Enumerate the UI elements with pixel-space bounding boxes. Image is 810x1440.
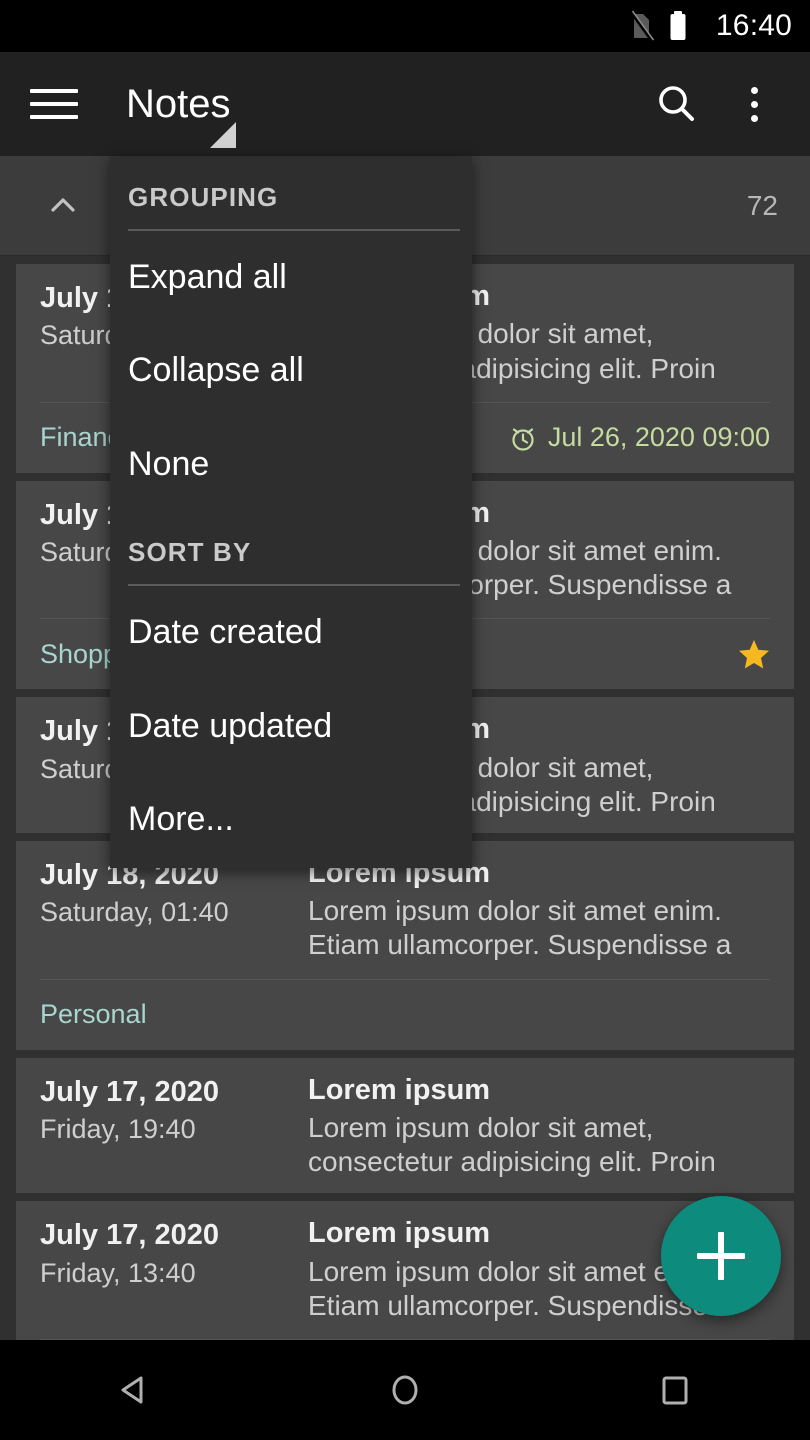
- grouping-sort-dropdown-menu[interactable]: GROUPING Expand all Collapse all None SORT B…: [110, 156, 472, 869]
- note-body: Lorem ipsum dolor sit amet enim. Etiam u…: [308, 895, 732, 961]
- menu-item-more[interactable]: More...: [110, 773, 472, 866]
- note-reminder: Jul 26, 2020 09:00: [508, 422, 770, 453]
- app-bar: Notes: [0, 52, 810, 156]
- menu-section-header: SORT BY: [128, 537, 252, 568]
- menu-item-expand-all[interactable]: Expand all: [110, 231, 472, 324]
- note-card[interactable]: July 17, 2020 Friday, 19:40 Lorem ipsum Lor…: [16, 1057, 794, 1194]
- status-bar: 16:40: [0, 0, 810, 52]
- status-icon-group: 16:40: [628, 10, 792, 42]
- chevron-up-icon[interactable]: [44, 187, 82, 225]
- note-body: Lorem ipsum dolor sit amet, consectetur …: [308, 1111, 716, 1178]
- note-footer: Personal: [40, 978, 770, 1050]
- alarm-clock-icon: [512, 428, 534, 451]
- note-content-block: Lorem ipsum Lorem ipsum dolor sit amet, c…: [308, 1074, 770, 1194]
- group-count: 72: [746, 189, 778, 221]
- no-sim-icon: [629, 10, 654, 42]
- menu-item-collapse-all[interactable]: Collapse all: [110, 324, 472, 417]
- note-weekday-time: Friday, 19:40: [40, 1113, 196, 1144]
- status-time: 16:40: [715, 9, 792, 42]
- back-triangle-icon[interactable]: [0, 1340, 270, 1440]
- note-reminder-text: Jul 26, 2020 09:00: [547, 422, 770, 453]
- system-nav-bar: [0, 1340, 810, 1440]
- menu-item-none[interactable]: None: [110, 418, 472, 511]
- dropdown-anchor-triangle: [210, 122, 236, 148]
- note-row: July 17, 2020 Friday, 19:40 Lorem ipsum Lor…: [40, 1074, 770, 1194]
- note-content-block: Lorem ipsumLorem ipsum dolor sit amet en…: [308, 857, 770, 977]
- note-weekday-time: Saturday, 01:40: [40, 897, 229, 928]
- note-title: Lorem ipsum: [308, 1073, 491, 1106]
- recents-square-icon[interactable]: [540, 1340, 810, 1440]
- note-row: July 18, 2020 Saturday, 01:40 Lorem ipsum L…: [40, 857, 770, 977]
- battery-icon: [670, 11, 686, 40]
- menu-section-header: GROUPING: [128, 182, 279, 212]
- star-icon[interactable]: [738, 638, 770, 670]
- search-icon[interactable]: [644, 72, 708, 136]
- hamburger-icon[interactable]: [30, 78, 82, 130]
- plus-icon-horizontal: [697, 1253, 745, 1259]
- more-vertical-icon[interactable]: [722, 72, 786, 136]
- app-screen: 16:40 Notes 72 July Saturday, Lorem ipsu…: [0, 0, 810, 1440]
- note-tag[interactable]: Personal: [40, 999, 147, 1030]
- note-date-block: July 17, 2020 Friday, 13:40: [40, 1217, 308, 1289]
- page-title: Notes: [126, 82, 231, 126]
- note-date: July 17, 2020: [40, 1075, 219, 1108]
- note-date-block: July 17, 2020 Friday, 19:40: [40, 1074, 308, 1146]
- menu-item-date-created[interactable]: Date created: [110, 586, 472, 679]
- note-card[interactable]: July 18, 2020 Saturday, 01:40 Lorem ipsum L…: [16, 840, 794, 1050]
- note-weekday-time: Friday, 13:40: [40, 1257, 196, 1288]
- add-note-fab[interactable]: [661, 1196, 781, 1316]
- menu-item-date-updated[interactable]: Date updated: [110, 680, 472, 773]
- home-circle-icon[interactable]: [270, 1340, 540, 1440]
- note-row: July 17, 2020 Friday, 13:40 Lorem ipsum Lor…: [40, 1217, 770, 1337]
- note-date: July 17, 2020: [40, 1219, 219, 1252]
